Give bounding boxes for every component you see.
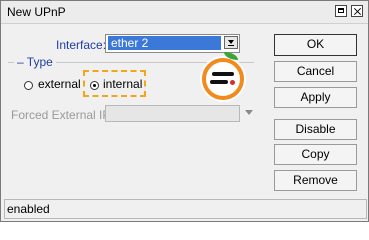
title-bar[interactable]: New UPnP: [1, 1, 368, 24]
forced-ip-label: Forced External IP:: [11, 108, 114, 122]
interface-select[interactable]: ether 2: [105, 34, 240, 53]
type-legend: Type: [14, 55, 56, 69]
ok-button[interactable]: OK: [274, 34, 357, 56]
copy-button[interactable]: Copy: [274, 144, 357, 165]
apply-button[interactable]: Apply: [274, 87, 357, 108]
interface-value[interactable]: ether 2: [108, 36, 221, 50]
radio-external-label[interactable]: external: [38, 77, 81, 91]
disable-button[interactable]: Disable: [274, 119, 357, 140]
close-icon[interactable]: [351, 5, 363, 17]
maximize-icon[interactable]: [335, 5, 347, 17]
forced-ip-field[interactable]: [105, 105, 240, 122]
radio-internal[interactable]: [90, 81, 99, 90]
upnp-dialog: New UPnP Interface: ether 2 Type externa…: [0, 0, 369, 222]
window-title: New UPnP: [7, 5, 66, 19]
forced-ip-dropdown-icon[interactable]: [245, 110, 253, 115]
radio-internal-label[interactable]: internal: [103, 77, 142, 91]
dropdown-arrow-icon[interactable]: [224, 36, 238, 49]
watermark-logo: [200, 52, 246, 102]
cancel-button[interactable]: Cancel: [274, 61, 357, 82]
remove-button[interactable]: Remove: [274, 170, 357, 191]
interface-label: Interface:: [56, 38, 107, 52]
status-text: enabled: [7, 202, 50, 216]
status-bar: enabled: [4, 199, 367, 219]
radio-external[interactable]: [24, 81, 33, 90]
